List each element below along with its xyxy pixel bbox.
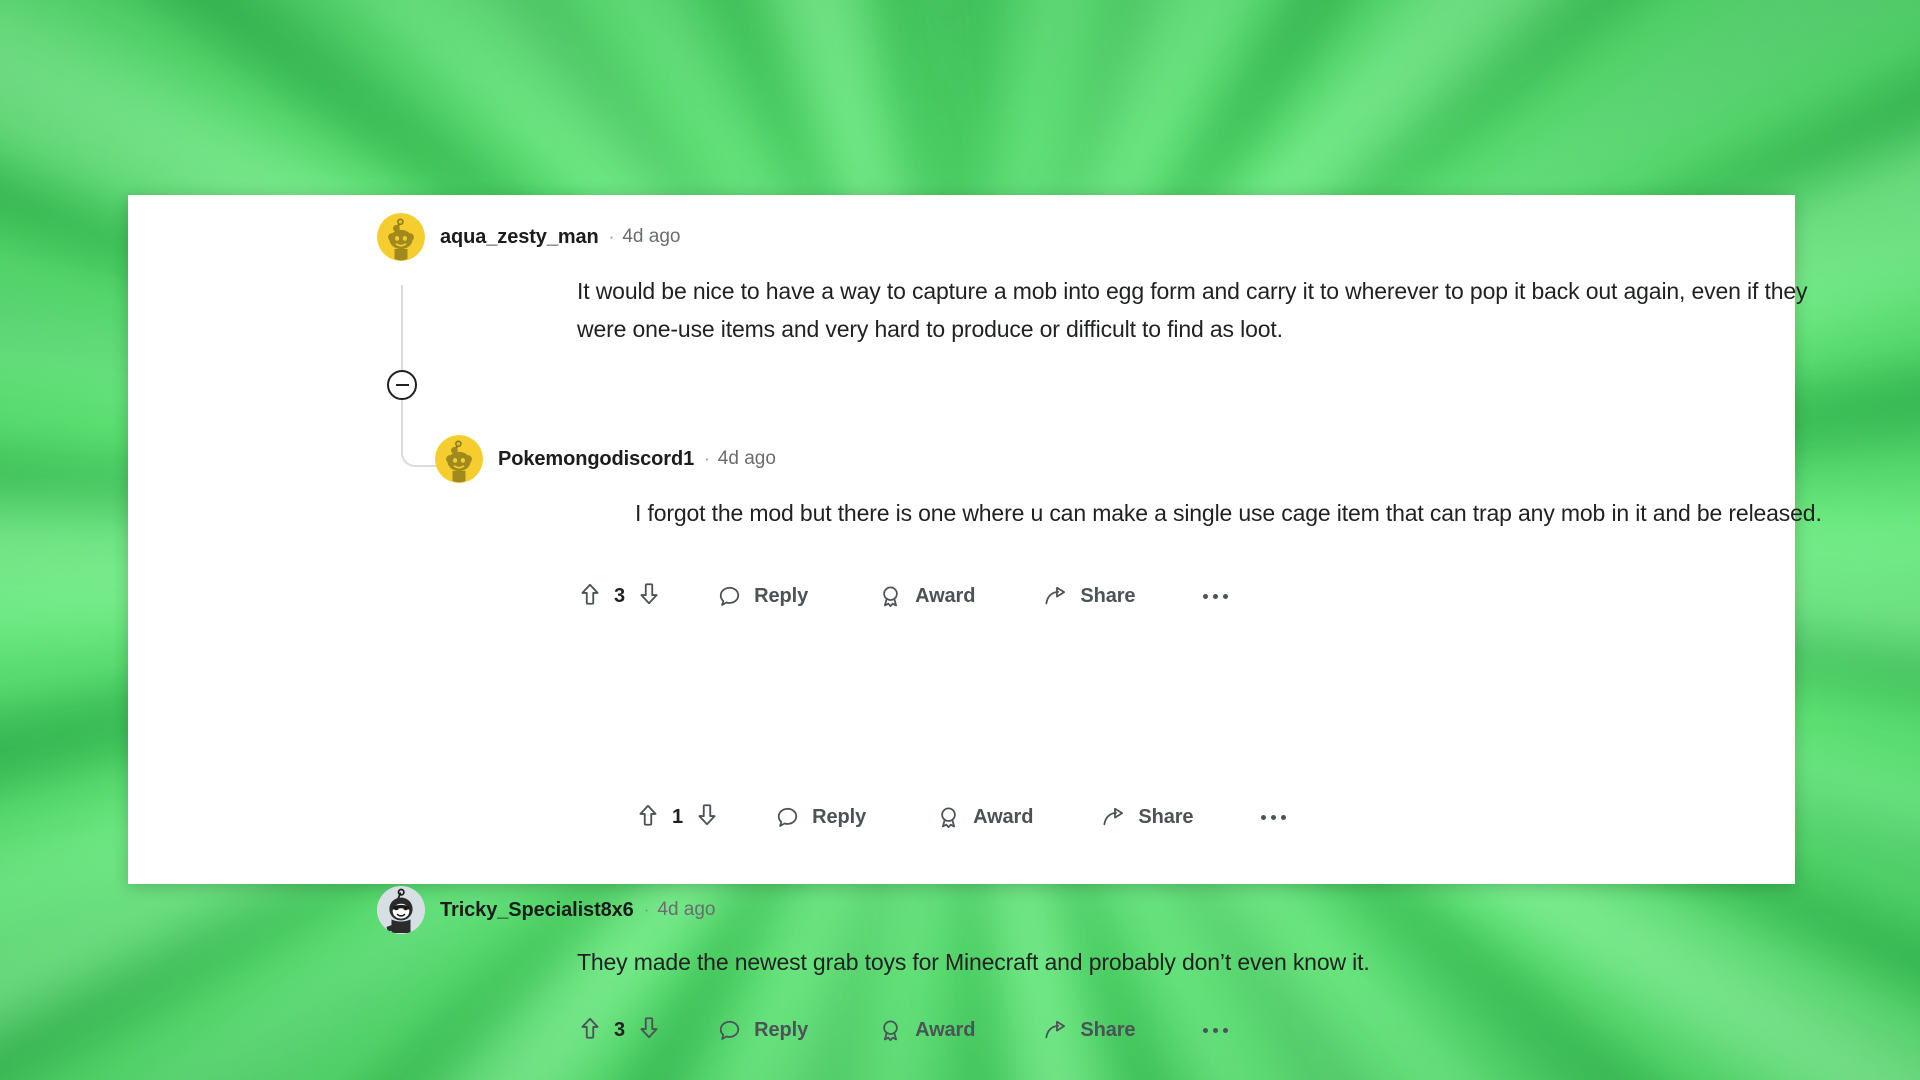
comment-header: Tricky_Specialist8x6 · 4d ago: [377, 886, 716, 934]
share-arrow-icon: [1103, 807, 1124, 826]
overflow-dots-icon: [1281, 815, 1287, 820]
share-label: Share: [1138, 806, 1194, 828]
comment-body: They made the newest grab toys for Minec…: [577, 949, 1370, 975]
reddit-snoo-yellow-avatar: [377, 213, 425, 261]
downvote-arrow-icon: [640, 583, 658, 605]
award-rosette-icon: [883, 1020, 898, 1041]
overflow-dots-icon: [1213, 594, 1219, 599]
comment-username[interactable]: Pokemongodiscord1: [498, 448, 694, 471]
vote-group: 1: [635, 802, 720, 833]
vote-group: 3: [577, 581, 662, 612]
comment-body: I forgot the mod but there is one where …: [635, 500, 1822, 526]
comment-username[interactable]: Tricky_Specialist8x6: [440, 899, 634, 922]
award-label: Award: [915, 1019, 976, 1041]
overflow-menu-button[interactable]: [1203, 594, 1229, 599]
award-button[interactable]: Award: [878, 1018, 975, 1043]
upvote-button[interactable]: [635, 802, 661, 833]
overflow-dots-icon: [1223, 594, 1229, 599]
overflow-dots-icon: [1213, 1028, 1219, 1033]
award-label: Award: [915, 585, 976, 607]
overflow-dots-icon: [1261, 815, 1267, 820]
share-button[interactable]: Share: [1043, 584, 1136, 609]
comment-header: aqua_zesty_man · 4d ago: [377, 213, 680, 261]
downvote-button[interactable]: [636, 581, 662, 612]
award-rosette-icon: [883, 586, 898, 607]
comment-bubble-icon: [719, 1020, 740, 1040]
comment-timestamp: 4d ago: [657, 899, 716, 920]
downvote-arrow-icon: [640, 1017, 658, 1039]
award-button[interactable]: Award: [878, 584, 975, 609]
vote-group: 3: [577, 1015, 662, 1046]
reply-button[interactable]: Reply: [717, 1018, 808, 1043]
vote-score: 1: [672, 806, 684, 828]
upvote-button[interactable]: [577, 1015, 603, 1046]
avatar[interactable]: [435, 435, 483, 483]
reddit-snoo-ninja-avatar: [377, 886, 425, 934]
upvote-arrow-icon: [639, 804, 657, 826]
comment-action-bar: 3 Reply Award Share: [577, 1015, 1229, 1046]
overflow-dots-icon: [1223, 1028, 1229, 1033]
share-button[interactable]: Share: [1043, 1018, 1136, 1043]
vote-score: 3: [614, 1019, 626, 1041]
share-label: Share: [1080, 585, 1136, 607]
meta-separator: ·: [643, 900, 650, 919]
comments-card: aqua_zesty_man · 4d ago It would be nice…: [128, 195, 1822, 1041]
upvote-arrow-icon: [581, 583, 599, 605]
minus-circle-icon: [395, 384, 409, 386]
reply-label: Reply: [812, 806, 867, 828]
overflow-dots-icon: [1203, 1028, 1209, 1033]
vote-score: 3: [614, 585, 626, 607]
comment-action-bar: 1 Reply Award Share: [635, 802, 1287, 833]
comment-header: Pokemongodiscord1 · 4d ago: [435, 435, 776, 483]
avatar[interactable]: [377, 213, 425, 261]
reddit-snoo-yellow-avatar: [435, 435, 483, 483]
downvote-button[interactable]: [636, 1015, 662, 1046]
overflow-menu-button[interactable]: [1261, 815, 1287, 820]
share-arrow-icon: [1045, 1020, 1066, 1039]
comment-bubble-icon: [777, 807, 798, 827]
award-button[interactable]: Award: [936, 805, 1033, 830]
comment-timestamp: 4d ago: [717, 448, 776, 469]
upvote-button[interactable]: [577, 581, 603, 612]
comment-action-bar: 3 Reply Award Share: [577, 581, 1229, 612]
reply-button[interactable]: Reply: [717, 584, 808, 609]
comment-bubble-icon: [719, 586, 740, 606]
upvote-arrow-icon: [581, 1017, 599, 1039]
meta-separator: ·: [704, 449, 710, 468]
thread-line-segment: [401, 285, 403, 370]
reply-label: Reply: [754, 585, 809, 607]
overflow-menu-button[interactable]: [1203, 1028, 1229, 1033]
downvote-arrow-icon: [698, 804, 716, 826]
reply-button[interactable]: Reply: [775, 805, 866, 830]
overflow-dots-icon: [1271, 815, 1277, 820]
comment-body: It would be nice to have a way to captur…: [577, 278, 1808, 342]
comment-username[interactable]: aqua_zesty_man: [440, 226, 599, 249]
collapse-comment-button[interactable]: [387, 370, 417, 400]
share-label: Share: [1080, 1019, 1136, 1041]
reply-label: Reply: [754, 1019, 809, 1041]
overflow-dots-icon: [1203, 594, 1209, 599]
share-arrow-icon: [1045, 586, 1066, 605]
award-rosette-icon: [941, 807, 956, 828]
comment-timestamp: 4d ago: [622, 226, 681, 247]
meta-separator: ·: [608, 227, 615, 246]
award-label: Award: [973, 806, 1034, 828]
avatar[interactable]: [377, 886, 425, 934]
downvote-button[interactable]: [694, 802, 720, 833]
share-button[interactable]: Share: [1101, 805, 1194, 830]
